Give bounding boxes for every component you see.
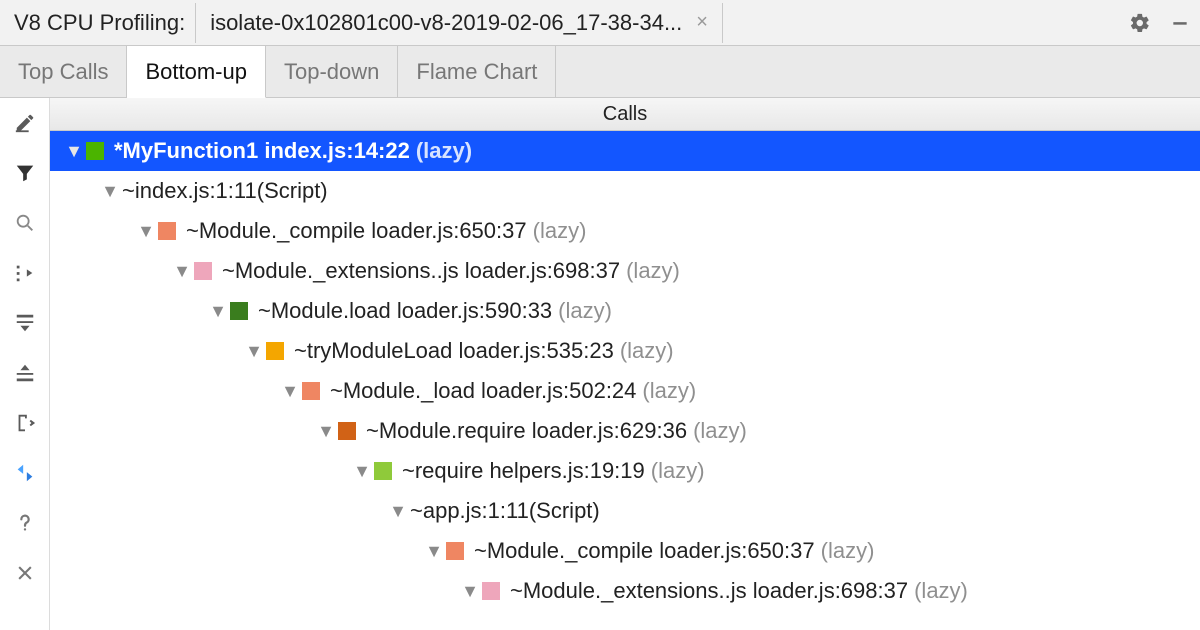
tab-top-calls[interactable]: Top Calls [0,46,127,97]
tree-row[interactable]: ▼ ~Module._extensions..js loader.js:698:3… [50,571,1200,611]
color-swatch [158,222,176,240]
close-icon[interactable] [8,556,42,590]
color-swatch [194,262,212,280]
call-label: ~index.js:1:11(Script) [122,178,328,204]
expand-arrow-icon[interactable]: ▼ [98,181,122,202]
tab-label: Top Calls [18,59,108,85]
expand-arrow-icon[interactable]: ▼ [458,581,482,602]
call-suffix: (lazy) [821,538,875,564]
color-swatch [446,542,464,560]
call-label: ~Module._load loader.js:502:24 [330,378,636,404]
minimize-icon[interactable] [1160,3,1200,43]
side-toolbar [0,98,50,630]
call-suffix: (lazy) [620,338,674,364]
color-swatch [86,142,104,160]
search-icon[interactable] [8,206,42,240]
expand-all-icon[interactable] [8,306,42,340]
color-swatch [374,462,392,480]
expand-arrow-icon[interactable]: ▼ [422,541,446,562]
collapse-all-icon[interactable] [8,356,42,390]
tab-top-down[interactable]: Top-down [266,46,398,97]
expand-arrow-icon[interactable]: ▼ [278,381,302,402]
export-icon[interactable] [8,406,42,440]
call-suffix: (lazy) [558,298,612,324]
call-suffix: (lazy) [416,138,472,164]
call-label: ~Module._compile loader.js:650:37 [186,218,527,244]
color-swatch [482,582,500,600]
color-swatch [338,422,356,440]
tab-label: Bottom-up [145,59,247,85]
expand-arrow-icon[interactable]: ▼ [206,301,230,322]
expand-arrow-icon[interactable]: ▼ [314,421,338,442]
filter-icon[interactable] [8,156,42,190]
call-label: *MyFunction1 index.js:14:22 [114,138,410,164]
expand-arrow-icon[interactable]: ▼ [386,501,410,522]
expand-arrow-icon[interactable]: ▼ [242,341,266,362]
tree-row[interactable]: ▼ ~Module.require loader.js:629:36 (lazy) [50,411,1200,451]
color-swatch [230,302,248,320]
tab-label: Top-down [284,59,379,85]
tree-row[interactable]: ▼ *MyFunction1 index.js:14:22 (lazy) [50,131,1200,171]
tree-row[interactable]: ▼ ~tryModuleLoad loader.js:535:23 (lazy) [50,331,1200,371]
call-label: ~Module._compile loader.js:650:37 [474,538,815,564]
call-suffix: (lazy) [693,418,747,444]
call-tree[interactable]: ▼*MyFunction1 index.js:14:22 (lazy)▼~ind… [50,131,1200,630]
call-suffix: (lazy) [914,578,968,604]
view-tabs: Top Calls Bottom-up Top-down Flame Chart [0,46,1200,98]
tree-row[interactable]: ▼ ~Module._compile loader.js:650:37 (lazy… [50,531,1200,571]
tree-collapse-icon[interactable] [8,256,42,290]
tree-row[interactable]: ▼ ~Module.load loader.js:590:33 (lazy) [50,291,1200,331]
tree-row[interactable]: ▼~app.js:1:11(Script) [50,491,1200,531]
tree-row[interactable]: ▼ ~Module._load loader.js:502:24 (lazy) [50,371,1200,411]
tree-row[interactable]: ▼ ~Module._compile loader.js:650:37 (lazy… [50,211,1200,251]
panel-title: V8 CPU Profiling: [0,10,195,36]
call-label: ~app.js:1:11(Script) [410,498,600,524]
call-suffix: (lazy) [626,258,680,284]
call-label: ~Module._extensions..js loader.js:698:37 [510,578,908,604]
expand-arrow-icon[interactable]: ▼ [134,221,158,242]
call-suffix: (lazy) [642,378,696,404]
close-file-icon[interactable]: × [696,11,708,34]
call-suffix: (lazy) [533,218,587,244]
title-bar: V8 CPU Profiling: isolate-0x102801c00-v8… [0,0,1200,46]
compare-icon[interactable] [8,456,42,490]
expand-arrow-icon[interactable]: ▼ [170,261,194,282]
calls-column-header[interactable]: Calls [50,98,1200,131]
color-swatch [302,382,320,400]
call-label: ~Module._extensions..js loader.js:698:37 [222,258,620,284]
expand-arrow-icon[interactable]: ▼ [62,141,86,162]
tree-row[interactable]: ▼~index.js:1:11(Script) [50,171,1200,211]
call-label: ~tryModuleLoad loader.js:535:23 [294,338,614,364]
profile-file-label: isolate-0x102801c00-v8-2019-02-06_17-38-… [210,10,682,36]
settings-icon[interactable] [1120,3,1160,43]
expand-arrow-icon[interactable]: ▼ [350,461,374,482]
tab-label: Flame Chart [416,59,537,85]
call-suffix: (lazy) [651,458,705,484]
tab-flame-chart[interactable]: Flame Chart [398,46,556,97]
color-swatch [266,342,284,360]
call-label: ~Module.load loader.js:590:33 [258,298,552,324]
call-label: ~require helpers.js:19:19 [402,458,645,484]
tree-row[interactable]: ▼ ~require helpers.js:19:19 (lazy) [50,451,1200,491]
edit-icon[interactable] [8,106,42,140]
tree-row[interactable]: ▼ ~Module._extensions..js loader.js:698:3… [50,251,1200,291]
profile-file-tab[interactable]: isolate-0x102801c00-v8-2019-02-06_17-38-… [195,3,723,43]
call-label: ~Module.require loader.js:629:36 [366,418,687,444]
calls-header-label: Calls [603,103,647,126]
tab-bottom-up[interactable]: Bottom-up [127,46,266,98]
help-icon[interactable] [8,506,42,540]
